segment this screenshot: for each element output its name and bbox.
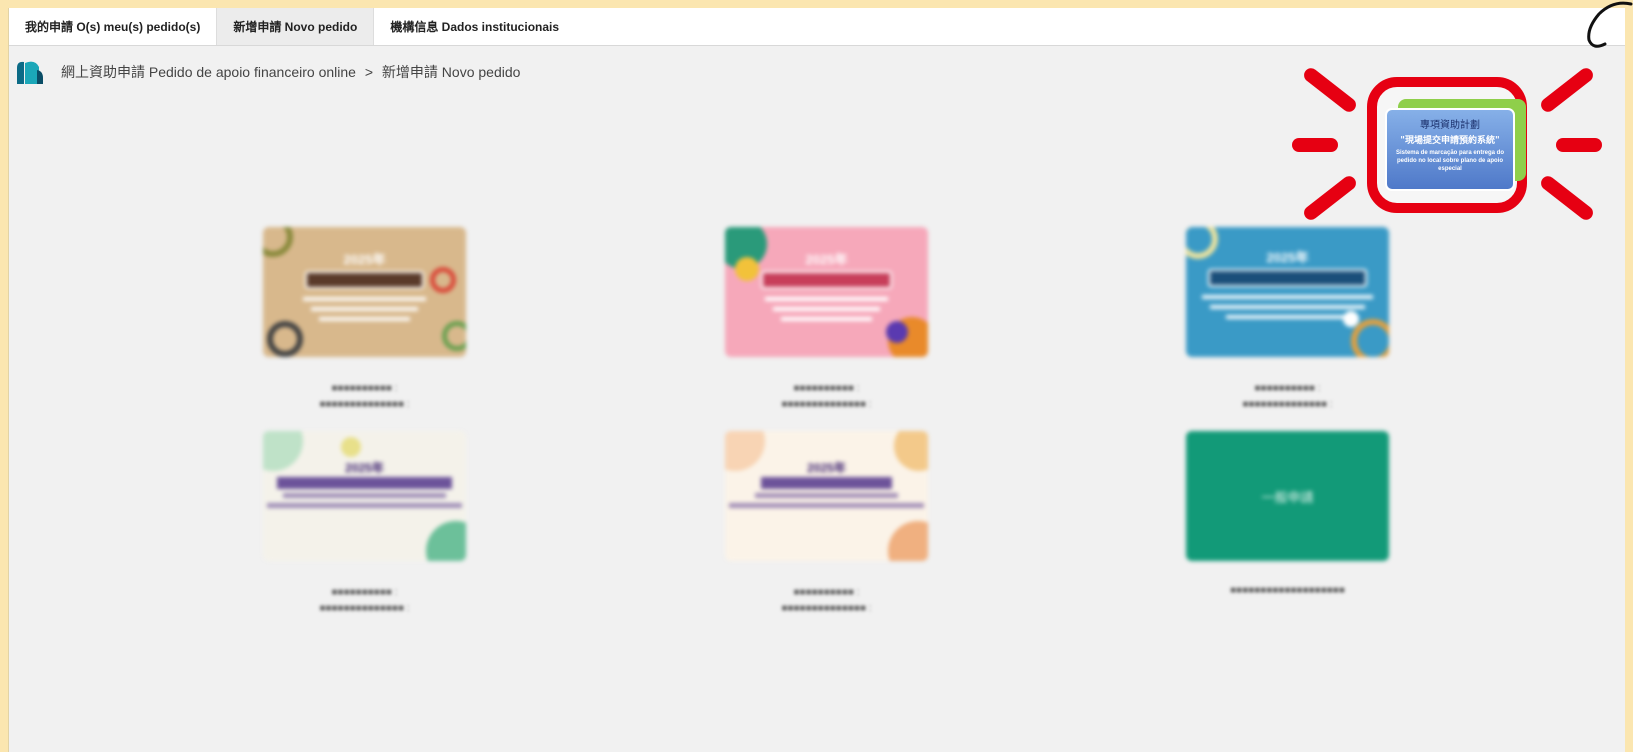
app-window: 我的申請 O(s) meu(s) pedido(s) 新增申請 Novo ped…	[8, 8, 1625, 752]
plan-card-image[interactable]: 2025年	[725, 227, 928, 357]
tab-institution-data[interactable]: 機構信息 Dados institucionais	[374, 8, 575, 45]
pen-annotation-icon	[1587, 1, 1633, 48]
plan-card-banner: 2025年	[343, 252, 386, 267]
plan-card-banner: 2025年	[1266, 250, 1309, 265]
tab-my-requests[interactable]: 我的申請 O(s) meu(s) pedido(s)	[9, 8, 216, 45]
tab-new-request[interactable]: 新增申請 Novo pedido	[216, 8, 375, 45]
plan-card: 2025年 ■■■■■■■■■■ : ■■■■■■■■■■■■■■ :	[263, 227, 466, 413]
highlight-ray-icon	[1301, 173, 1359, 223]
plan-card-caption: ■■■■■■■■■■ : ■■■■■■■■■■■■■■ :	[781, 587, 872, 614]
breadcrumb-root[interactable]: 網上資助申請 Pedido de apoio financeiro online	[61, 64, 356, 80]
plan-card-banner: 2025年	[345, 461, 384, 475]
plan-card-caption: ■■■■■■■■■■ : ■■■■■■■■■■■■■■ :	[319, 383, 410, 410]
general-application-caption: ■■■■■■■■■■■■■■■■■■■	[1230, 585, 1345, 596]
plan-card-image[interactable]: 2025年	[263, 431, 466, 561]
special-plan-title: 專項資助計劃	[1420, 120, 1480, 131]
highlight-ray-icon	[1538, 173, 1596, 223]
special-plan-subtitle-pt: Sistema de marcação para entrega do pedi…	[1395, 150, 1505, 172]
highlight-ray-icon	[1292, 138, 1338, 152]
highlight-ray-icon	[1556, 138, 1602, 152]
logo-icon	[17, 61, 43, 84]
plan-card-caption: ■■■■■■■■■■ : ■■■■■■■■■■■■■■ :	[781, 383, 872, 410]
tab-bar: 我的申請 O(s) meu(s) pedido(s) 新增申請 Novo ped…	[9, 8, 1625, 46]
plan-card: 2025年 ■■■■■■■■■■ : ■■■■■■■■■■■■■■ :	[725, 431, 928, 617]
plan-card-caption: ■■■■■■■■■■ : ■■■■■■■■■■■■■■ :	[1242, 383, 1333, 410]
highlight-ray-icon	[1538, 65, 1596, 115]
highlight-ray-icon	[1301, 65, 1359, 115]
plan-card-caption: ■■■■■■■■■■ : ■■■■■■■■■■■■■■ :	[319, 587, 410, 614]
plan-card-image[interactable]: 2025年	[1186, 227, 1389, 357]
special-plan-subtitle: "現場提交申請預約系統"	[1400, 136, 1500, 146]
plan-card: 2025年 ■■■■■■■■■■ : ■■■■■■■■■■■■■■ :	[1186, 227, 1389, 413]
plan-card-banner: 2025年	[805, 252, 848, 267]
breadcrumb: 網上資助申請 Pedido de apoio financeiro online…	[61, 62, 525, 82]
special-plan-highlight: 專項資助計劃 "現場提交申請預約系統" Sistema de marcação …	[1292, 63, 1602, 233]
breadcrumb-row: 網上資助申請 Pedido de apoio financeiro online…	[15, 58, 525, 86]
general-application-button[interactable]: 一般申請	[1186, 431, 1389, 561]
plan-card-banner: 2025年	[807, 461, 846, 475]
plan-card: 2025年 ■■■■■■■■■■ : ■■■■■■■■■■■■■■ :	[263, 431, 466, 617]
breadcrumb-current: 新增申請 Novo pedido	[381, 64, 521, 80]
general-application-card: 一般申請 ■■■■■■■■■■■■■■■■■■■	[1186, 431, 1389, 599]
plan-card-image[interactable]: 2025年	[263, 227, 466, 357]
plan-card-image[interactable]: 2025年	[725, 431, 928, 561]
special-plan-button[interactable]: 專項資助計劃 "現場提交申請預約系統" Sistema de marcação …	[1385, 108, 1515, 191]
general-application-label: 一般申請	[1261, 489, 1314, 505]
breadcrumb-separator: >	[364, 64, 374, 80]
plan-card: 2025年 ■■■■■■■■■■ : ■■■■■■■■■■■■■■ :	[725, 227, 928, 413]
